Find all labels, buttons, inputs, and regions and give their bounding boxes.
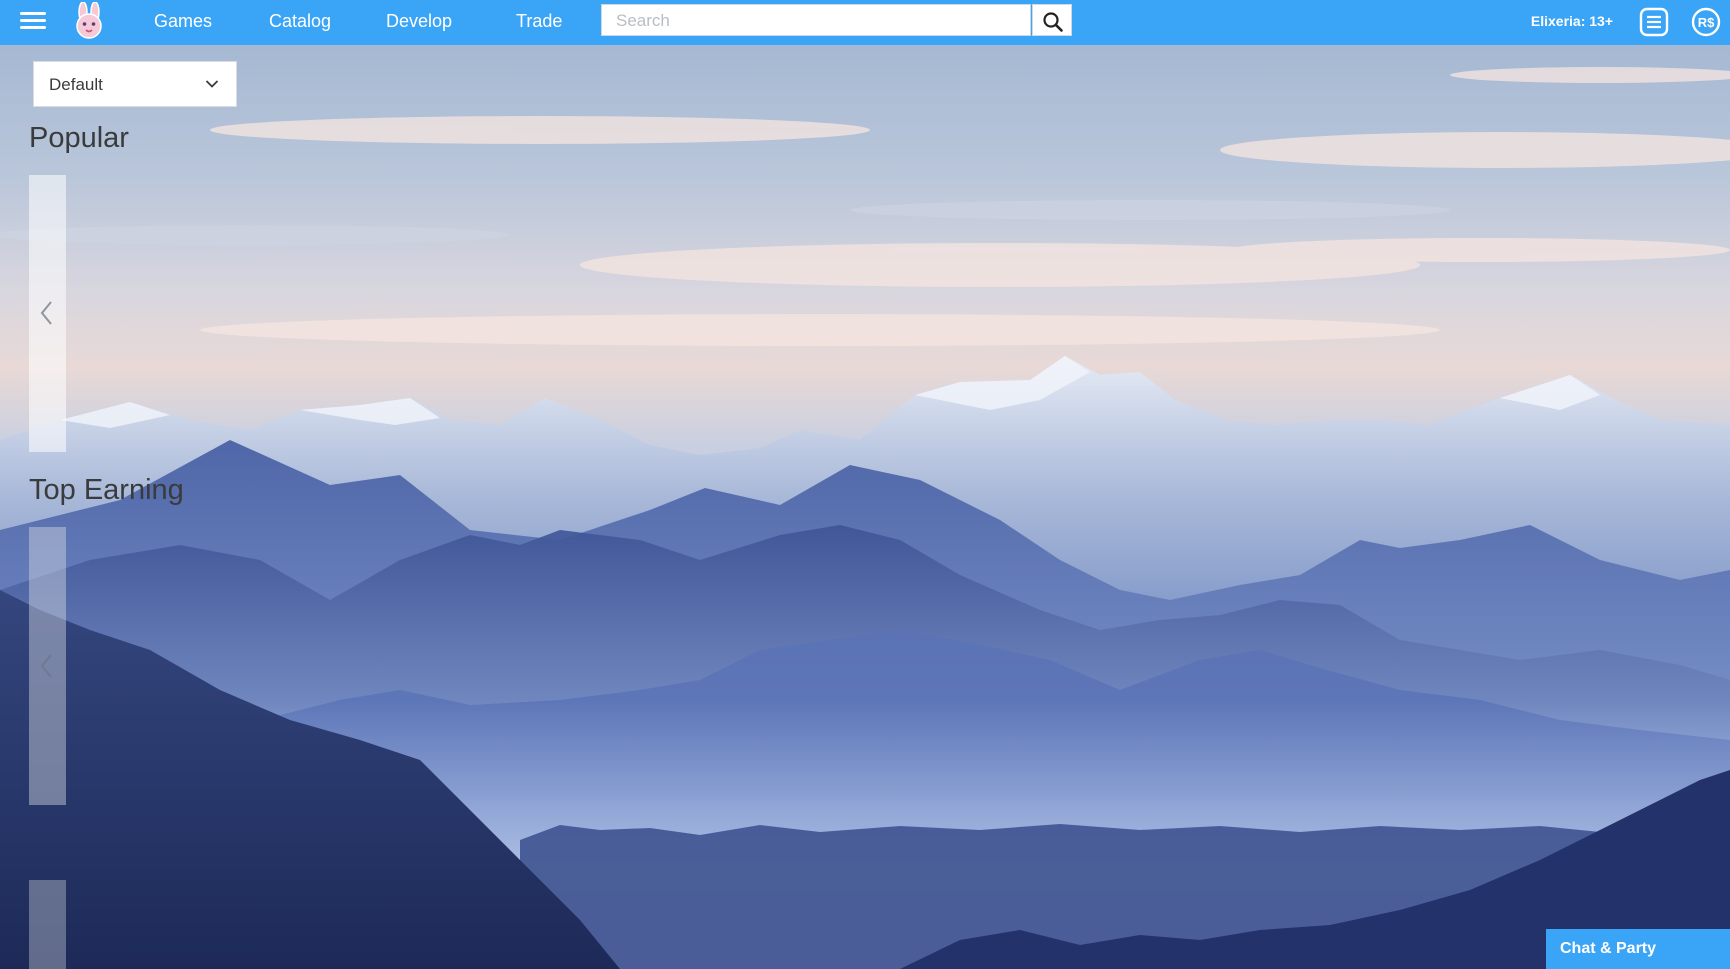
chevron-left-icon[interactable] — [36, 651, 58, 681]
chevron-down-icon — [205, 80, 219, 88]
chevron-left-icon[interactable] — [36, 298, 58, 328]
sort-dropdown[interactable]: Default — [33, 61, 237, 107]
messages-icon[interactable] — [1638, 6, 1670, 38]
sort-selected-value: Default — [49, 75, 103, 94]
nav-link-trade[interactable]: Trade — [516, 0, 562, 45]
search-box — [601, 4, 1032, 37]
robux-icon[interactable]: R$ — [1690, 6, 1722, 38]
nav-link-games[interactable]: Games — [154, 0, 212, 45]
section-title-top-earning: Top Earning — [29, 474, 184, 506]
top-navigation-bar: Games Catalog Develop Trade Elixeria: 13… — [0, 0, 1730, 45]
search-button[interactable] — [1032, 4, 1072, 36]
section-title-popular: Popular — [29, 122, 129, 154]
carousel-top-earning — [29, 527, 66, 805]
chat-party-button[interactable]: Chat & Party — [1546, 929, 1730, 969]
nav-username[interactable]: Elixeria: 13+ — [1531, 0, 1613, 45]
svg-text:R$: R$ — [1698, 15, 1715, 30]
background-landscape — [0, 0, 1730, 969]
carousel-third — [29, 880, 66, 969]
nav-link-develop[interactable]: Develop — [386, 0, 452, 45]
hamburger-icon[interactable] — [20, 9, 46, 31]
carousel-popular — [29, 175, 66, 452]
bunny-logo-icon[interactable] — [71, 1, 107, 40]
nav-link-catalog[interactable]: Catalog — [269, 0, 331, 45]
search-icon — [1043, 12, 1063, 32]
search-input[interactable] — [602, 5, 1032, 37]
